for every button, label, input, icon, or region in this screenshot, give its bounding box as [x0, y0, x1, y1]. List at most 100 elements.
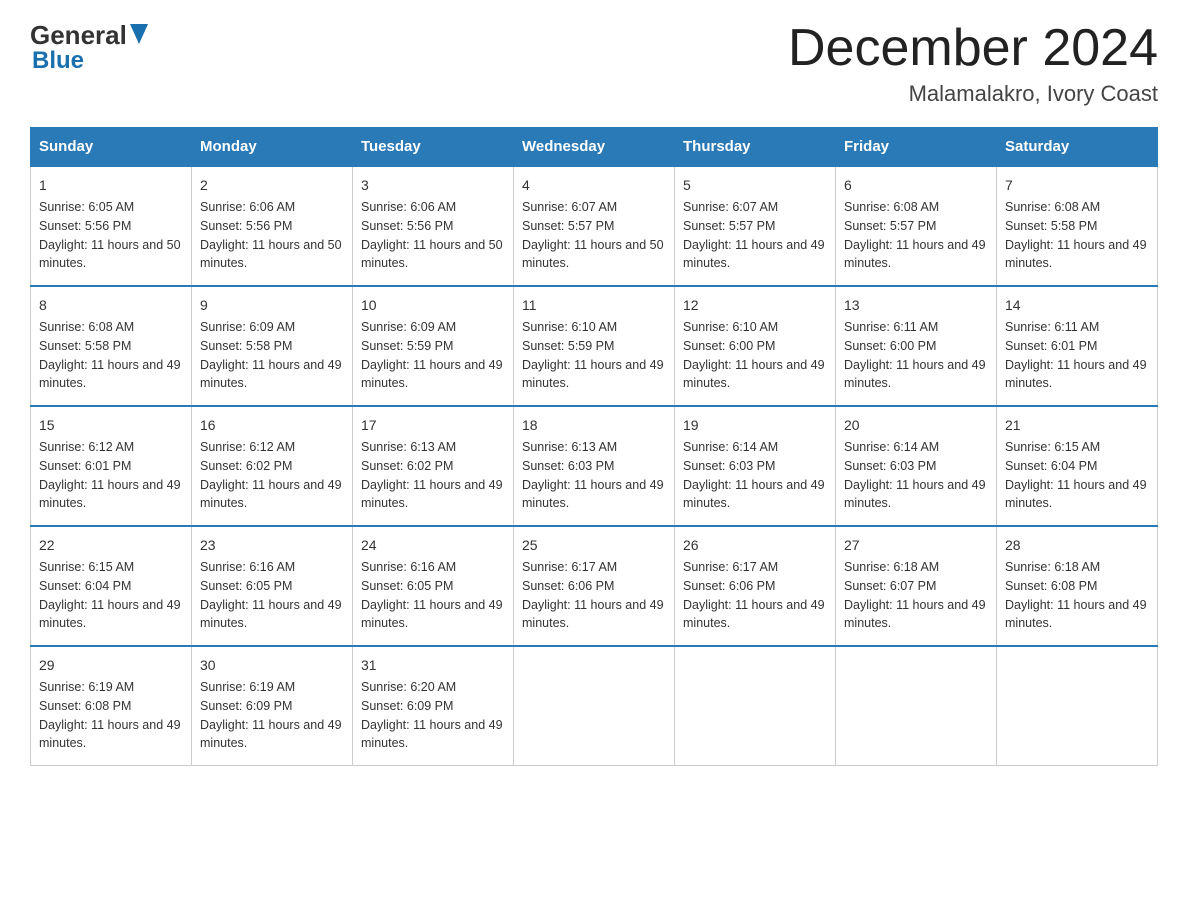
calendar-week-row: 15 Sunrise: 6:12 AM Sunset: 6:01 PM Dayl… — [31, 406, 1158, 526]
day-number: 16 — [200, 415, 344, 436]
day-number: 4 — [522, 175, 666, 196]
calendar-day-cell: 23 Sunrise: 6:16 AM Sunset: 6:05 PM Dayl… — [192, 526, 353, 646]
month-year-title: December 2024 — [788, 20, 1158, 77]
day-number: 2 — [200, 175, 344, 196]
day-number: 27 — [844, 535, 988, 556]
daylight-text: Daylight: 11 hours and 50 minutes. — [39, 238, 181, 271]
sunrise-text: Sunrise: 6:17 AM — [522, 560, 617, 574]
sunrise-text: Sunrise: 6:12 AM — [200, 440, 295, 454]
daylight-text: Daylight: 11 hours and 49 minutes. — [200, 478, 342, 511]
sunset-text: Sunset: 5:57 PM — [522, 219, 614, 233]
calendar-day-cell: 24 Sunrise: 6:16 AM Sunset: 6:05 PM Dayl… — [353, 526, 514, 646]
col-sunday: Sunday — [31, 128, 192, 167]
sunset-text: Sunset: 6:03 PM — [522, 459, 614, 473]
day-number: 19 — [683, 415, 827, 436]
sunset-text: Sunset: 6:02 PM — [361, 459, 453, 473]
sunset-text: Sunset: 5:58 PM — [200, 339, 292, 353]
daylight-text: Daylight: 11 hours and 50 minutes. — [522, 238, 664, 271]
sunrise-text: Sunrise: 6:06 AM — [361, 200, 456, 214]
sunrise-text: Sunrise: 6:20 AM — [361, 680, 456, 694]
sunset-text: Sunset: 6:08 PM — [39, 699, 131, 713]
calendar-week-row: 22 Sunrise: 6:15 AM Sunset: 6:04 PM Dayl… — [31, 526, 1158, 646]
sunrise-text: Sunrise: 6:10 AM — [683, 320, 778, 334]
day-number: 8 — [39, 295, 183, 316]
sunset-text: Sunset: 6:04 PM — [39, 579, 131, 593]
daylight-text: Daylight: 11 hours and 49 minutes. — [1005, 598, 1147, 631]
daylight-text: Daylight: 11 hours and 49 minutes. — [200, 718, 342, 751]
sunset-text: Sunset: 6:09 PM — [200, 699, 292, 713]
sunrise-text: Sunrise: 6:09 AM — [361, 320, 456, 334]
col-thursday: Thursday — [675, 128, 836, 167]
col-tuesday: Tuesday — [353, 128, 514, 167]
day-number: 17 — [361, 415, 505, 436]
calendar-day-cell: 18 Sunrise: 6:13 AM Sunset: 6:03 PM Dayl… — [514, 406, 675, 526]
sunset-text: Sunset: 6:07 PM — [844, 579, 936, 593]
sunset-text: Sunset: 6:01 PM — [1005, 339, 1097, 353]
daylight-text: Daylight: 11 hours and 49 minutes. — [683, 358, 825, 391]
sunrise-text: Sunrise: 6:12 AM — [39, 440, 134, 454]
location-subtitle: Malamalakro, Ivory Coast — [788, 81, 1158, 107]
sunset-text: Sunset: 6:05 PM — [361, 579, 453, 593]
calendar-week-row: 1 Sunrise: 6:05 AM Sunset: 5:56 PM Dayli… — [31, 166, 1158, 286]
calendar-day-cell: 8 Sunrise: 6:08 AM Sunset: 5:58 PM Dayli… — [31, 286, 192, 406]
day-number: 25 — [522, 535, 666, 556]
day-number: 31 — [361, 655, 505, 676]
day-number: 9 — [200, 295, 344, 316]
sunset-text: Sunset: 6:03 PM — [844, 459, 936, 473]
calendar-day-cell: 1 Sunrise: 6:05 AM Sunset: 5:56 PM Dayli… — [31, 166, 192, 286]
sunset-text: Sunset: 6:03 PM — [683, 459, 775, 473]
day-number: 20 — [844, 415, 988, 436]
calendar-day-cell: 12 Sunrise: 6:10 AM Sunset: 6:00 PM Dayl… — [675, 286, 836, 406]
calendar-day-cell: 13 Sunrise: 6:11 AM Sunset: 6:00 PM Dayl… — [836, 286, 997, 406]
calendar-day-cell — [675, 646, 836, 766]
calendar-day-cell: 29 Sunrise: 6:19 AM Sunset: 6:08 PM Dayl… — [31, 646, 192, 766]
daylight-text: Daylight: 11 hours and 49 minutes. — [522, 358, 664, 391]
sunrise-text: Sunrise: 6:10 AM — [522, 320, 617, 334]
daylight-text: Daylight: 11 hours and 49 minutes. — [200, 598, 342, 631]
daylight-text: Daylight: 11 hours and 49 minutes. — [39, 718, 181, 751]
calendar-day-cell: 11 Sunrise: 6:10 AM Sunset: 5:59 PM Dayl… — [514, 286, 675, 406]
sunset-text: Sunset: 5:58 PM — [1005, 219, 1097, 233]
sunrise-text: Sunrise: 6:17 AM — [683, 560, 778, 574]
day-number: 21 — [1005, 415, 1149, 436]
sunset-text: Sunset: 6:08 PM — [1005, 579, 1097, 593]
col-wednesday: Wednesday — [514, 128, 675, 167]
day-number: 5 — [683, 175, 827, 196]
day-number: 11 — [522, 295, 666, 316]
sunrise-text: Sunrise: 6:08 AM — [844, 200, 939, 214]
sunset-text: Sunset: 5:58 PM — [39, 339, 131, 353]
day-number: 24 — [361, 535, 505, 556]
daylight-text: Daylight: 11 hours and 49 minutes. — [683, 238, 825, 271]
day-number: 26 — [683, 535, 827, 556]
sunrise-text: Sunrise: 6:18 AM — [844, 560, 939, 574]
day-number: 29 — [39, 655, 183, 676]
calendar-day-cell — [997, 646, 1158, 766]
sunrise-text: Sunrise: 6:14 AM — [844, 440, 939, 454]
sunset-text: Sunset: 5:56 PM — [361, 219, 453, 233]
calendar-day-cell: 10 Sunrise: 6:09 AM Sunset: 5:59 PM Dayl… — [353, 286, 514, 406]
calendar-day-cell: 6 Sunrise: 6:08 AM Sunset: 5:57 PM Dayli… — [836, 166, 997, 286]
calendar-day-cell — [836, 646, 997, 766]
daylight-text: Daylight: 11 hours and 49 minutes. — [1005, 478, 1147, 511]
calendar-day-cell: 22 Sunrise: 6:15 AM Sunset: 6:04 PM Dayl… — [31, 526, 192, 646]
sunrise-text: Sunrise: 6:18 AM — [1005, 560, 1100, 574]
day-number: 1 — [39, 175, 183, 196]
sunrise-text: Sunrise: 6:08 AM — [1005, 200, 1100, 214]
calendar-day-cell: 25 Sunrise: 6:17 AM Sunset: 6:06 PM Dayl… — [514, 526, 675, 646]
daylight-text: Daylight: 11 hours and 50 minutes. — [361, 238, 503, 271]
logo: General Blue — [30, 20, 148, 75]
sunrise-text: Sunrise: 6:11 AM — [1005, 320, 1099, 334]
logo-blue-text: Blue — [32, 47, 84, 75]
day-number: 12 — [683, 295, 827, 316]
daylight-text: Daylight: 11 hours and 49 minutes. — [39, 478, 181, 511]
calendar-day-cell: 7 Sunrise: 6:08 AM Sunset: 5:58 PM Dayli… — [997, 166, 1158, 286]
sunset-text: Sunset: 6:05 PM — [200, 579, 292, 593]
sunset-text: Sunset: 5:59 PM — [522, 339, 614, 353]
sunset-text: Sunset: 6:04 PM — [1005, 459, 1097, 473]
daylight-text: Daylight: 11 hours and 49 minutes. — [844, 478, 986, 511]
day-number: 3 — [361, 175, 505, 196]
sunrise-text: Sunrise: 6:15 AM — [1005, 440, 1100, 454]
daylight-text: Daylight: 11 hours and 49 minutes. — [522, 598, 664, 631]
calendar-day-cell: 21 Sunrise: 6:15 AM Sunset: 6:04 PM Dayl… — [997, 406, 1158, 526]
sunset-text: Sunset: 6:00 PM — [844, 339, 936, 353]
